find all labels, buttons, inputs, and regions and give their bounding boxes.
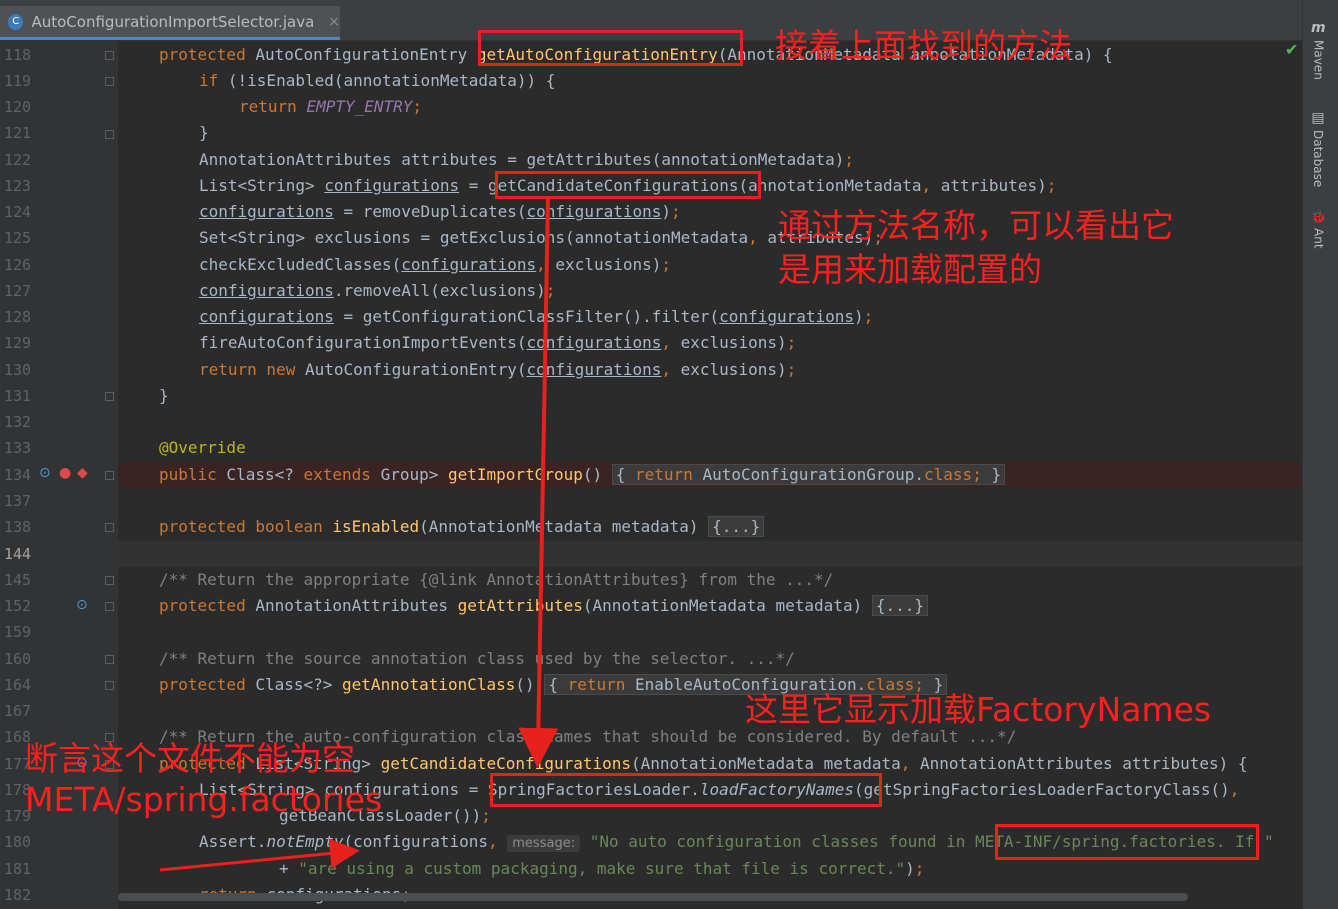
annotation-note-4a: 断言这个文件不能为空 xyxy=(25,739,355,778)
annotation-note-2a: 通过方法名称，可以看出它 xyxy=(778,206,1174,245)
annotation-note-2b: 是用来加载配置的 xyxy=(778,250,1042,289)
annotation-note-4b: META/spring.factories xyxy=(25,780,383,819)
arrow-down xyxy=(518,198,559,768)
arrow-to-assert xyxy=(159,838,360,872)
annotation-note-1: 接着上面找到的方法 xyxy=(775,26,1072,65)
annotation-note-3: 这里它显示加载FactoryNames xyxy=(745,690,1212,729)
